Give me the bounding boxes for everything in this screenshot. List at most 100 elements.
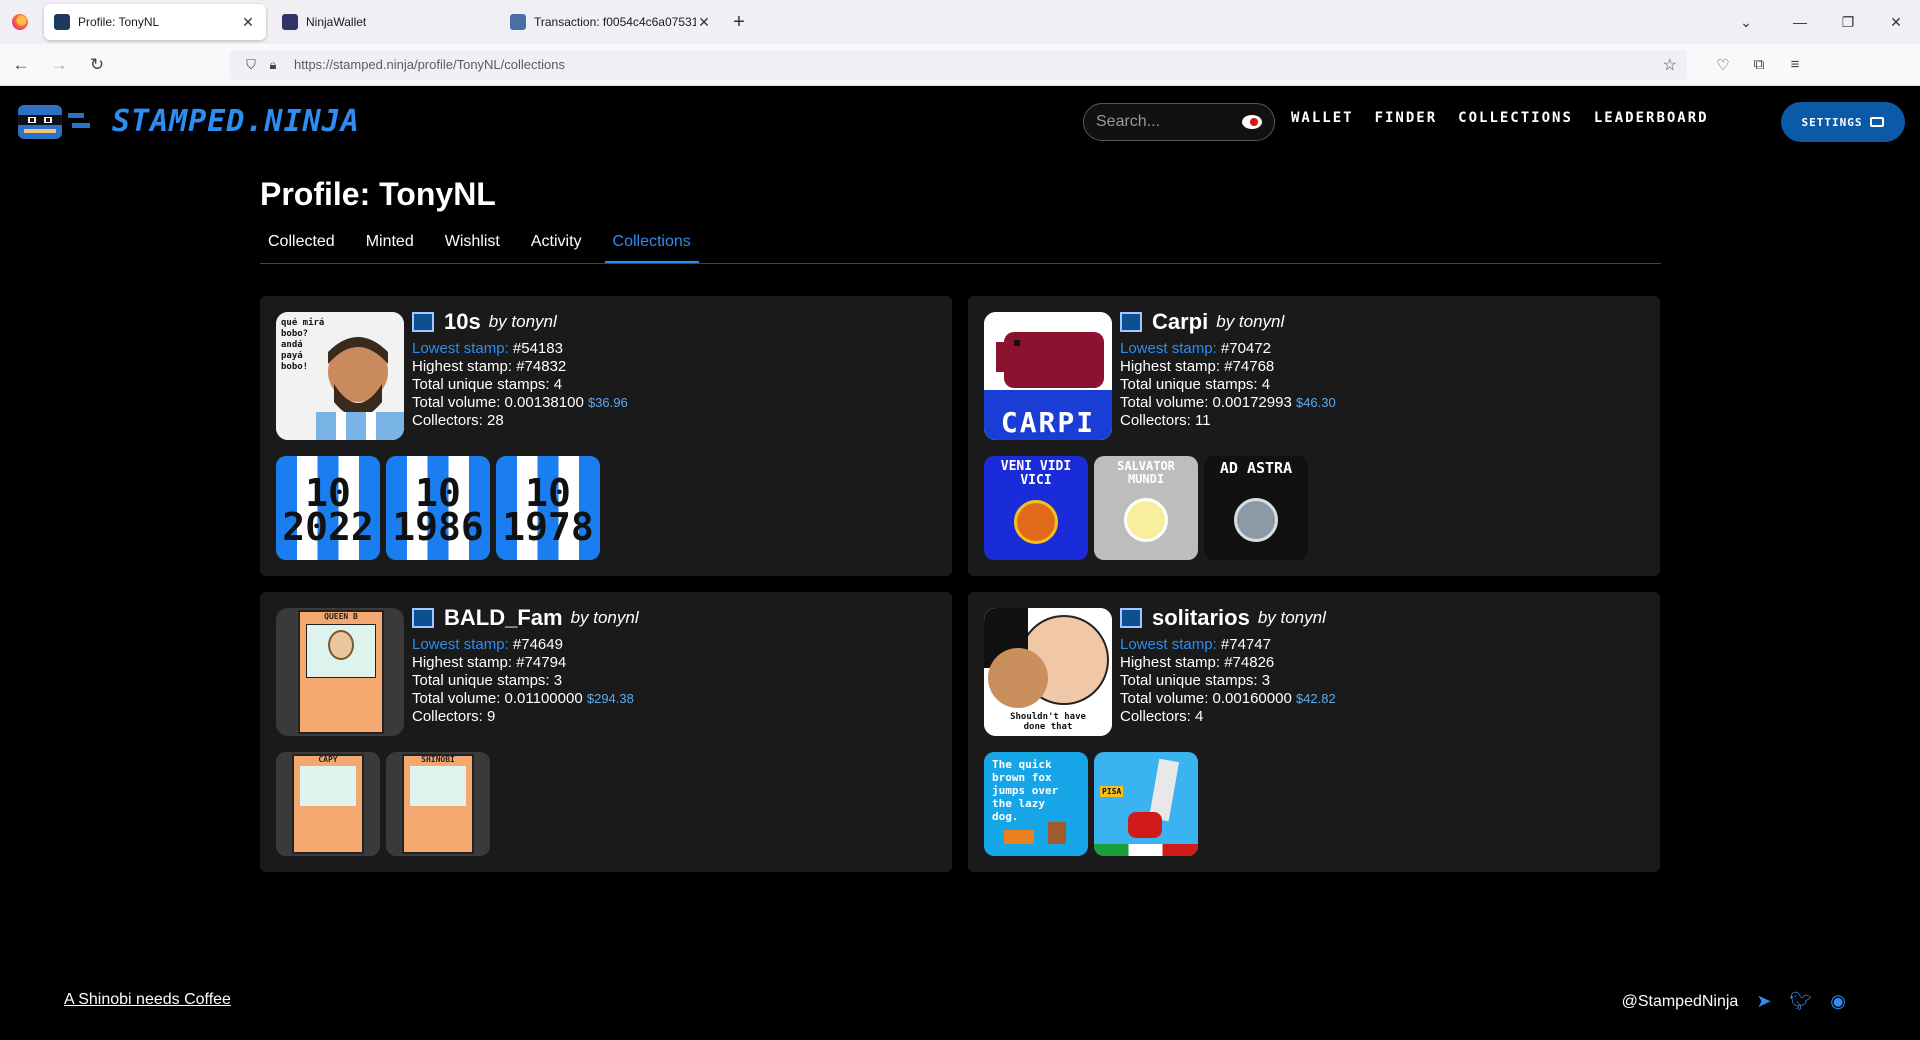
- tab-minted[interactable]: Minted: [358, 233, 422, 263]
- astronaut-icon: [1234, 498, 1278, 542]
- highest-stamp: Highest stamp: #74794: [412, 654, 567, 671]
- bookmark-star-icon[interactable]: ☆: [1663, 55, 1677, 75]
- thumbnail-caption: qué mirá bobo? andá payá bobo!: [281, 318, 325, 372]
- ninja-favicon-icon: [54, 14, 70, 30]
- browser-tab-profile[interactable]: Profile: TonyNL ✕: [44, 4, 266, 40]
- collection-thumbnail[interactable]: Shouldn't have done that: [984, 608, 1112, 736]
- collectors: Collectors: 11: [1120, 412, 1211, 429]
- browser-tab-transaction[interactable]: Transaction: f0054c4c6a075319 ✕: [500, 4, 722, 40]
- collection-thumbnail[interactable]: CARPI: [984, 312, 1112, 440]
- collection-icon: [412, 608, 434, 628]
- coffee-link[interactable]: A Shinobi needs Coffee: [64, 991, 231, 1009]
- highest-stamp: Highest stamp: #74826: [1120, 654, 1275, 671]
- url-bar[interactable]: ⛉ 🔒︎ https://stamped.ninja/profile/TonyN…: [230, 49, 1687, 80]
- close-tab-icon[interactable]: ✕: [696, 14, 712, 31]
- main-menu: WALLET FINDER COLLECTIONS LEADERBOARD: [1291, 110, 1730, 126]
- lowest-stamp: Lowest stamp: #74649: [412, 636, 563, 653]
- back-icon[interactable]: ←: [4, 50, 38, 80]
- tab-collections[interactable]: Collections: [604, 233, 699, 263]
- dog-icon: [1004, 830, 1034, 844]
- collection-name[interactable]: Carpi: [1152, 311, 1208, 333]
- twitter-handle[interactable]: @StampedNinja: [1622, 993, 1739, 1011]
- total-volume: Total volume: 0.00172993 $46.30: [1120, 394, 1336, 411]
- telegram-icon[interactable]: ➤: [1756, 991, 1771, 1012]
- collection-author[interactable]: by tonynl: [489, 313, 557, 331]
- profile-content: Profile: TonyNL Collected Minted Wishlis…: [260, 156, 1661, 896]
- unique-stamps: Total unique stamps: 4: [412, 376, 563, 393]
- thumbnail-caption: Shouldn't have done that: [998, 712, 1098, 732]
- stamp-thumbnail[interactable]: 10 1978: [496, 456, 600, 560]
- discord-icon[interactable]: ◉: [1830, 991, 1846, 1012]
- fox-icon: [1048, 822, 1066, 844]
- stamp-thumbnail[interactable]: VENI VIDI VICI: [984, 456, 1088, 560]
- pocket-icon[interactable]: ♡: [1705, 56, 1741, 74]
- collection-card-solitarios[interactable]: Shouldn't have done that solitarios by t…: [968, 592, 1660, 872]
- eye-icon[interactable]: [1242, 115, 1262, 129]
- stamp-thumbnail[interactable]: 10 1986: [386, 456, 490, 560]
- collectors: Collectors: 4: [1120, 708, 1204, 725]
- forward-icon[interactable]: →: [42, 50, 76, 80]
- collection-card-carpi[interactable]: CARPI Carpi by tonynl Lowest stamp: #704…: [968, 296, 1660, 576]
- tab-activity[interactable]: Activity: [523, 233, 590, 263]
- restore-icon[interactable]: ❐: [1824, 14, 1872, 31]
- collection-name[interactable]: solitarios: [1152, 607, 1250, 629]
- collection-author[interactable]: by tonynl: [1216, 313, 1284, 331]
- reload-icon[interactable]: ↻: [80, 50, 114, 80]
- menu-collections[interactable]: COLLECTIONS: [1458, 110, 1573, 126]
- stamp-thumbnail[interactable]: SALVATOR MUNDI: [1094, 456, 1198, 560]
- menu-wallet[interactable]: WALLET: [1291, 110, 1354, 126]
- collection-author[interactable]: by tonynl: [571, 609, 639, 627]
- ninja-logo-icon[interactable]: [14, 99, 98, 143]
- tab-wishlist[interactable]: Wishlist: [437, 233, 508, 263]
- collection-card-10s[interactable]: qué mirá bobo? andá payá bobo! 10s by to…: [260, 296, 952, 576]
- new-tab-button[interactable]: +: [724, 4, 754, 40]
- collection-name[interactable]: 10s: [444, 311, 481, 333]
- collection-info: solitarios by tonynl Lowest stamp: #7474…: [1120, 607, 1336, 736]
- stamp-list: VENI VIDI VICI SALVATOR MUNDI AD ASTRA: [984, 456, 1644, 560]
- firefox-icon[interactable]: [0, 0, 40, 44]
- collection-author[interactable]: by tonynl: [1258, 609, 1326, 627]
- stamp-thumbnail[interactable]: SHINOBI: [386, 752, 490, 856]
- lock-icon[interactable]: 🔒︎: [262, 57, 284, 73]
- collection-icon: [1120, 312, 1142, 332]
- transaction-favicon-icon: [510, 14, 526, 30]
- toolbar-right: ♡ ⧉ ≡: [1705, 56, 1813, 74]
- window-controls: ⌄ — ❐ ✕: [1716, 0, 1920, 44]
- settings-label: SETTINGS: [1801, 115, 1863, 129]
- collection-thumbnail[interactable]: qué mirá bobo? andá payá bobo!: [276, 312, 404, 440]
- extensions-icon[interactable]: ⧉: [1741, 56, 1777, 73]
- close-tab-icon[interactable]: ✕: [240, 14, 256, 31]
- list-tabs-icon[interactable]: ⌄: [1716, 14, 1776, 31]
- menu-leaderboard[interactable]: LEADERBOARD: [1594, 110, 1709, 126]
- search-input[interactable]: [1096, 113, 1236, 131]
- url-text[interactable]: https://stamped.ninja/profile/TonyNL/col…: [294, 57, 1663, 72]
- collection-info: BALD_Fam by tonynl Lowest stamp: #74649 …: [412, 607, 639, 736]
- collection-name[interactable]: BALD_Fam: [444, 607, 563, 629]
- tab-title: Profile: TonyNL: [78, 15, 160, 29]
- search-box[interactable]: [1083, 103, 1275, 141]
- site-footer: A Shinobi needs Coffee @StampedNinja ➤ 🐦…: [0, 991, 1920, 1021]
- stamp-thumbnail[interactable]: AD ASTRA: [1204, 456, 1308, 560]
- menu-finder[interactable]: FINDER: [1375, 110, 1438, 126]
- stamp-thumbnail[interactable]: The quick brown fox jumps over the lazy …: [984, 752, 1088, 856]
- collection-thumbnail[interactable]: QUEEN B: [276, 608, 404, 736]
- collection-card-bald-fam[interactable]: QUEEN B BALD_Fam by tonynl Lowest stamp:…: [260, 592, 952, 872]
- browser-tab-wallet[interactable]: NinjaWallet: [272, 4, 494, 40]
- twitter-icon[interactable]: 🐦︎: [1789, 991, 1812, 1012]
- settings-button[interactable]: SETTINGS: [1781, 102, 1905, 142]
- minimize-icon[interactable]: —: [1776, 14, 1824, 30]
- stamp-thumbnail[interactable]: 10 2022: [276, 456, 380, 560]
- tab-collected[interactable]: Collected: [260, 233, 343, 263]
- unique-stamps: Total unique stamps: 3: [1120, 672, 1271, 689]
- collection-icon: [1120, 608, 1142, 628]
- total-volume: Total volume: 0.00138100 $36.96: [412, 394, 628, 411]
- stamp-thumbnail[interactable]: CAPY: [276, 752, 380, 856]
- menu-icon[interactable]: ≡: [1777, 56, 1813, 73]
- close-window-icon[interactable]: ✕: [1872, 14, 1920, 31]
- stamp-thumbnail[interactable]: PISA: [1094, 752, 1198, 856]
- brand-name[interactable]: STAMPED.NINJA: [112, 104, 360, 139]
- capybara-icon: [1014, 500, 1058, 544]
- highest-stamp: Highest stamp: #74832: [412, 358, 567, 375]
- shield-icon[interactable]: ⛉: [240, 57, 262, 73]
- collection-info: Carpi by tonynl Lowest stamp: #70472 Hig…: [1120, 311, 1336, 440]
